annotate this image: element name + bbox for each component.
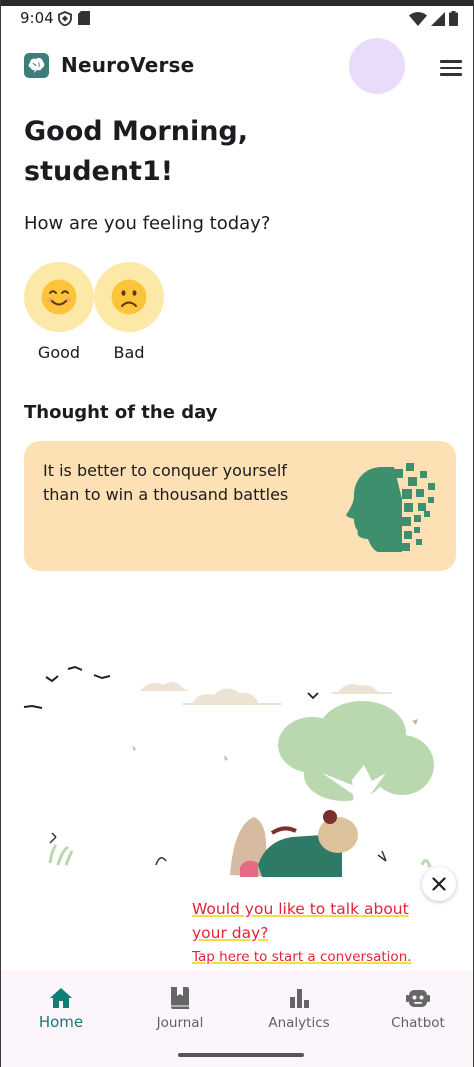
chat-prompt-title[interactable]: Would you like to talk about your day? xyxy=(192,897,432,945)
frowning-face-icon xyxy=(111,279,147,315)
nav-item-analytics[interactable]: Analytics xyxy=(240,985,358,1031)
mood-circle[interactable] xyxy=(24,262,94,332)
pixel-head-icon xyxy=(346,463,435,552)
close-prompt-button[interactable] xyxy=(422,867,456,901)
chat-prompt-link[interactable]: Tap here to start a conversation. xyxy=(192,949,412,965)
analytics-icon xyxy=(290,989,309,1008)
status-bar: 9:04 xyxy=(0,6,474,32)
chatbot-icon xyxy=(406,990,430,1007)
app-title: NeuroVerse xyxy=(61,53,195,77)
menu-icon-line xyxy=(440,66,462,69)
nav-label-home: Home xyxy=(38,1013,84,1031)
menu-icon-line xyxy=(440,73,462,76)
menu-button[interactable] xyxy=(438,56,464,78)
nav-item-journal[interactable]: Journal xyxy=(121,985,239,1031)
mood-label-good: Good xyxy=(37,343,81,362)
mood-option-bad[interactable]: Bad xyxy=(94,262,164,362)
app-bar: NeuroVerse xyxy=(0,36,474,96)
mood-label-bad: Bad xyxy=(113,343,145,362)
close-icon xyxy=(432,877,446,891)
status-right-icons xyxy=(409,11,458,26)
mood-question: How are you feeling today? xyxy=(24,213,271,234)
nav-label-journal: Journal xyxy=(156,1015,204,1031)
thought-heading: Thought of the day xyxy=(24,402,218,423)
nav-label-chatbot: Chatbot xyxy=(391,1015,445,1031)
gesture-home-indicator[interactable] xyxy=(178,1053,304,1057)
sd-card-icon xyxy=(78,11,90,25)
device-frame-left xyxy=(0,0,1,1067)
cellular-signal-icon xyxy=(431,11,445,26)
nav-label-analytics: Analytics xyxy=(268,1015,330,1031)
app-logo-icon xyxy=(24,53,49,78)
smiling-face-icon xyxy=(41,279,77,315)
status-time: 9:04 xyxy=(20,9,54,27)
mood-circle[interactable] xyxy=(94,262,164,332)
mood-option-good[interactable]: Good xyxy=(24,262,94,362)
profile-avatar[interactable] xyxy=(349,38,405,94)
journal-icon xyxy=(171,987,189,1009)
nav-item-chatbot[interactable]: Chatbot xyxy=(359,985,474,1031)
battery-icon xyxy=(449,11,458,26)
status-left-icons xyxy=(58,11,90,26)
menu-icon-line xyxy=(440,60,462,63)
greeting-heading: Good Morning, student1! xyxy=(24,112,324,192)
greeting-line-1: Good Morning, xyxy=(24,116,249,147)
greeting-line-2: student1! xyxy=(24,156,174,187)
thought-quote: It is better to conquer yourself than to… xyxy=(43,461,289,504)
home-icon xyxy=(50,988,72,1008)
nav-item-home[interactable]: Home xyxy=(2,985,120,1031)
thought-card: It is better to conquer yourself than to… xyxy=(24,441,456,571)
wifi-icon xyxy=(409,11,427,26)
shield-icon xyxy=(58,11,72,26)
chat-prompt-card[interactable]: Would you like to talk about your day? T… xyxy=(170,880,452,982)
